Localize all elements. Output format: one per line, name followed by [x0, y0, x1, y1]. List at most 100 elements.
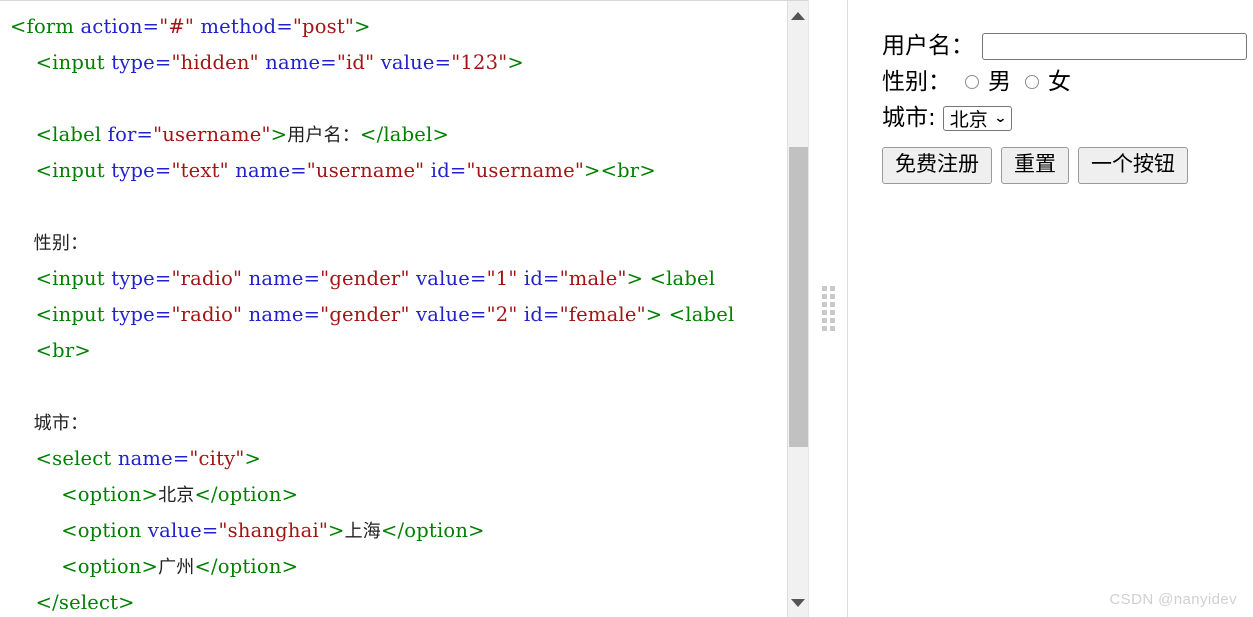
code-line: <input type="radio" name="gender" value=… — [10, 261, 808, 297]
radio-male-label: 男 — [988, 68, 1011, 95]
code-token-attr: type= — [111, 159, 172, 182]
form-button-row: 免费注册 重置 一个按钮 — [882, 147, 1253, 184]
code-token-attr: type= — [111, 51, 172, 74]
grip-dot — [821, 310, 827, 315]
code-token-tag: > <label — [626, 267, 722, 290]
code-token-tag: </select> — [10, 591, 135, 614]
code-line: <option value="shanghai">上海</option> — [10, 513, 808, 549]
code-token-val: "post" — [292, 15, 355, 38]
code-token-tag: ><br> — [584, 159, 656, 182]
code-token-val: "gender" — [320, 303, 410, 326]
code-token-tag: <option> — [10, 483, 159, 506]
code-line: <select name="city"> — [10, 441, 808, 477]
code-token-val: "#" — [159, 15, 195, 38]
username-row: 用户名： — [882, 28, 1253, 64]
code-token-attr: name= — [248, 267, 321, 290]
scrollbar-thumb[interactable] — [789, 147, 808, 447]
code-editor-pane[interactable]: <form action="#" method="post"> <input t… — [0, 0, 808, 617]
city-row: 城市: 北京 ⌄ — [882, 100, 1253, 136]
code-token-tag: <select — [10, 447, 118, 470]
city-label: 城市: — [882, 104, 936, 131]
gender-row: 性别： 男 女 — [882, 64, 1253, 100]
code-line: </select> — [10, 585, 808, 617]
pane-splitter[interactable] — [808, 0, 848, 617]
city-select-value: 北京 — [949, 108, 988, 131]
code-line: <label for="username">用户名：</label> — [10, 117, 808, 153]
radio-male-icon[interactable] — [965, 75, 979, 89]
code-source-text[interactable]: <form action="#" method="post"> <input t… — [0, 1, 808, 617]
code-token-val: "123" — [451, 51, 508, 74]
code-token-attr: name= — [117, 447, 190, 470]
code-token-val: "city" — [189, 447, 245, 470]
code-line: <option>广州</option> — [10, 549, 808, 585]
code-token-tag: <label — [10, 123, 108, 146]
code-token-tag: > — [507, 51, 524, 74]
scroll-down-arrow-icon[interactable] — [788, 593, 808, 613]
code-token-val: "radio" — [171, 303, 243, 326]
code-token-attr: name= — [235, 159, 307, 182]
code-line: <input type="hidden" name="id" value="12… — [10, 45, 808, 81]
code-token-attr: name= — [265, 51, 337, 74]
submit-button[interactable]: 免费注册 — [882, 147, 992, 184]
grip-dot — [829, 318, 835, 323]
code-token-attr: type= — [111, 303, 172, 326]
grip-dot — [829, 310, 835, 315]
scroll-up-arrow-icon[interactable] — [788, 6, 808, 26]
code-token-val: "female" — [559, 303, 646, 326]
code-token-tag: > — [354, 15, 371, 38]
grip-dot — [821, 318, 827, 323]
splitter-grip-handle-icon[interactable] — [821, 281, 835, 337]
code-token-cjk: 广州 — [158, 557, 195, 578]
code-token-tag: <input — [10, 159, 112, 182]
code-token-tag: </option> — [194, 483, 299, 506]
code-token-tag: <br> — [10, 339, 91, 362]
code-token-attr: value= — [147, 519, 219, 542]
code-token-val: "gender" — [320, 267, 410, 290]
code-token-attr: method= — [200, 15, 293, 38]
code-token-attr: value= — [416, 303, 487, 326]
code-token-cjk: 用户名： — [287, 125, 361, 146]
grip-dot — [821, 326, 827, 331]
code-token-val: "hidden" — [171, 51, 259, 74]
code-token-tag: </option> — [194, 555, 299, 578]
reset-button[interactable]: 重置 — [1001, 147, 1069, 184]
app-root: <form action="#" method="post"> <input t… — [0, 0, 1253, 617]
gender-radio-female[interactable]: 女 — [1025, 68, 1085, 95]
code-token-val: "id" — [336, 51, 375, 74]
code-token-val: "1" — [486, 267, 518, 290]
code-line: <input type="radio" name="gender" value=… — [10, 297, 808, 333]
radio-female-label: 女 — [1048, 68, 1071, 95]
code-token-val: "username" — [306, 159, 425, 182]
code-token-tag: > — [328, 519, 345, 542]
code-token-attr: for= — [107, 123, 154, 146]
code-token-tag: <input — [10, 267, 112, 290]
username-label: 用户名： — [882, 32, 974, 59]
code-token-attr: id= — [523, 303, 560, 326]
grip-dot — [829, 302, 835, 307]
code-token-val: "username" — [466, 159, 585, 182]
code-token-attr: type= — [111, 267, 172, 290]
code-token-val: "2" — [486, 303, 518, 326]
chevron-down-icon: ⌄ — [993, 110, 1008, 126]
gender-radio-male[interactable]: 男 — [965, 68, 1025, 95]
editor-vertical-scrollbar[interactable] — [787, 1, 808, 617]
code-token-attr: id= — [523, 267, 560, 290]
code-token-val: "shanghai" — [218, 519, 329, 542]
grip-dot — [829, 326, 835, 331]
code-line: <input type="text" name="username" id="u… — [10, 153, 808, 189]
code-token-tag: <form — [10, 15, 81, 38]
code-token-tag: <option — [10, 519, 148, 542]
code-token-tag: <option> — [10, 555, 159, 578]
username-input[interactable] — [982, 32, 1247, 60]
code-token-tag: > — [244, 447, 262, 470]
code-token-attr: id= — [430, 159, 467, 182]
city-select[interactable]: 北京 ⌄ — [942, 105, 1012, 131]
grip-dot — [829, 294, 835, 299]
gender-label: 性别： — [882, 68, 951, 95]
code-token-cjk: 城市： — [10, 413, 89, 434]
code-token-attr: value= — [416, 267, 487, 290]
code-token-tag: > — [270, 123, 288, 146]
radio-female-icon[interactable] — [1025, 75, 1039, 89]
plain-button[interactable]: 一个按钮 — [1078, 147, 1188, 184]
